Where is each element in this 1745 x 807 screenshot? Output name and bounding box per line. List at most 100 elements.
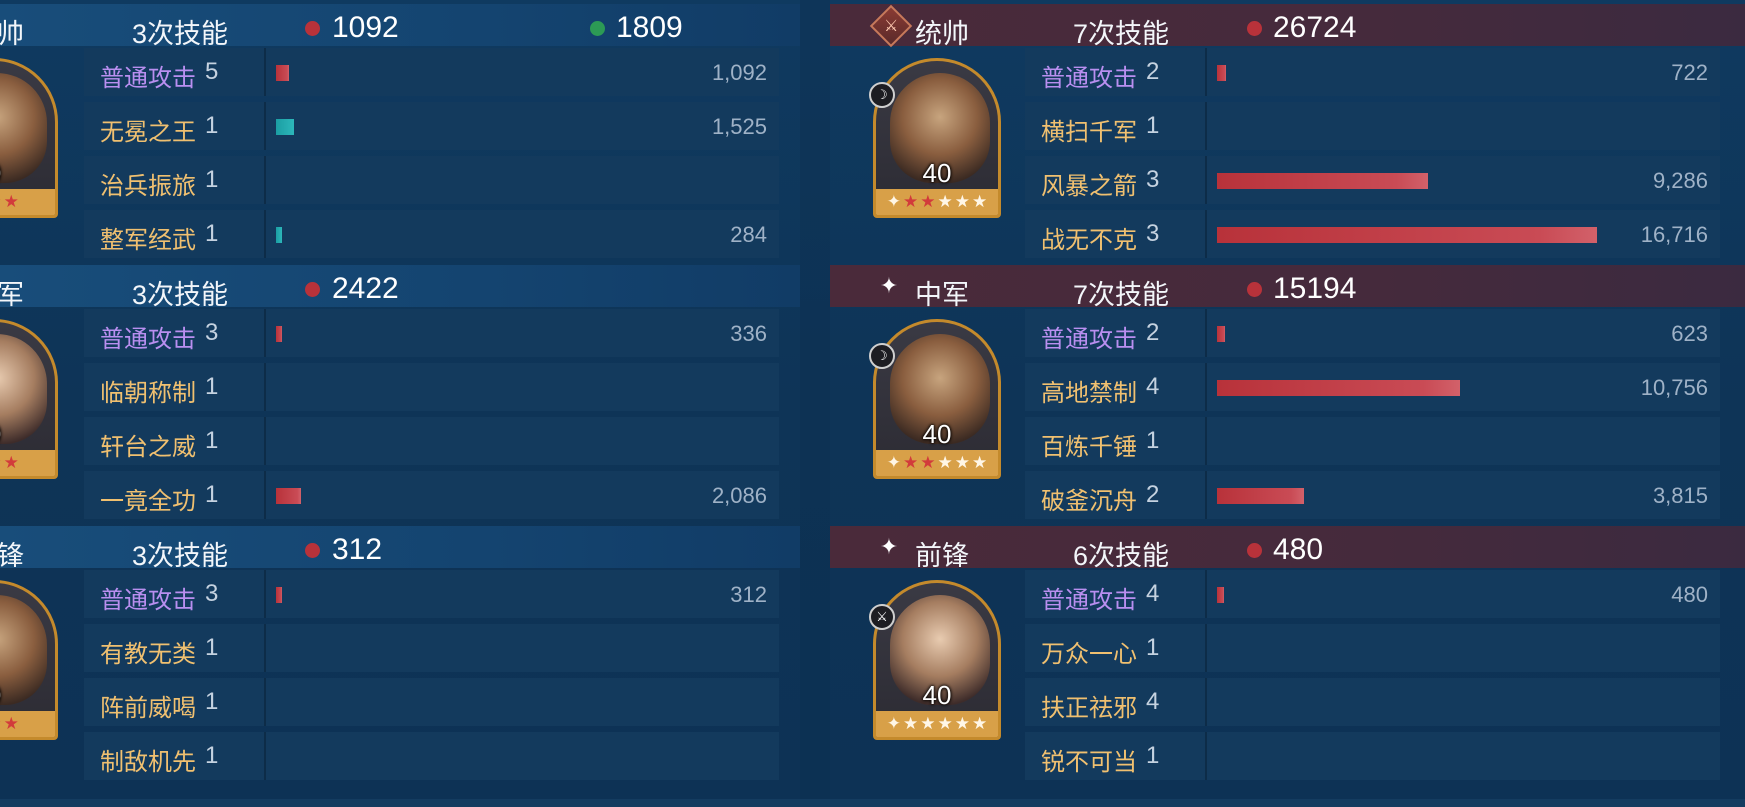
heal-total: 1809 (616, 11, 683, 44)
section-header: ✦ 中军 7次技能 15194 (830, 265, 1745, 310)
left-section-center: 军 3次技能 2422 0 ★★★ 普通攻击 3 336 临朝称制 1 (0, 261, 800, 523)
star-icon: ★ (0, 453, 2, 473)
skill-name: 战无不克 (1041, 227, 1137, 254)
skill-count-value: 3 (205, 319, 219, 346)
star-icon: ★ (937, 192, 953, 211)
hero-portrait[interactable]: 0 ★★★ (0, 58, 58, 218)
damage-value: 9,286 (1652, 168, 1708, 193)
skill-row[interactable]: 普通攻击 5 1,092 (84, 48, 779, 96)
star-icon: ★ (920, 453, 936, 472)
right-section-vanguard: ✦ 前锋 6次技能 480 40 ✦ ★ ★ ★ ★ ★ ⚔ 普通攻击 4 480 万众 (830, 522, 1745, 784)
skill-row[interactable]: 普通攻击 2 623 (1025, 309, 1720, 357)
skill-row[interactable]: 普通攻击 3 312 (84, 570, 779, 618)
skill-name: 破釜沉舟 (1041, 488, 1137, 515)
skill-name: 万众一心 (1041, 641, 1137, 668)
skill-count-value: 4 (1146, 373, 1160, 400)
row-separator (1205, 471, 1207, 519)
skill-count-value: 3 (1146, 220, 1160, 247)
skill-row[interactable]: 整军经武 1 284 (84, 210, 779, 258)
skill-count: 7次技能 (1073, 280, 1170, 310)
skill-name: 轩台之威 (100, 434, 196, 461)
skill-name: 无冕之王 (100, 119, 196, 146)
skill-count-value: 1 (205, 112, 219, 139)
skill-name: 普通攻击 (1041, 326, 1137, 353)
heal-value: 1,525 (711, 114, 767, 139)
row-separator (264, 363, 266, 411)
row-separator (1205, 732, 1207, 780)
star-icon: ★ (972, 453, 988, 472)
skill-count-value: 1 (1146, 742, 1160, 769)
skill-row[interactable]: 高地禁制 4 10,756 (1025, 363, 1720, 411)
damage-bar (276, 326, 282, 342)
swords-badge-icon: ⚔ (869, 604, 895, 630)
skill-row[interactable]: 普通攻击 4 480 (1025, 570, 1720, 618)
skill-count-value: 1 (205, 373, 219, 400)
hero-portrait[interactable]: 40 ✦ ★ ★ ★ ★ ★ ⚔ (869, 580, 1001, 740)
hero-stars: ✦ ★ ★ ★ ★ ★ (876, 450, 998, 476)
section-header: 军 3次技能 2422 (0, 265, 800, 310)
damage-total: 1092 (332, 11, 399, 44)
portrait-frame: 40 ✦ ★ ★ ★ ★ ★ (873, 58, 1001, 218)
skill-row[interactable]: 百炼千锤 1 (1025, 417, 1720, 465)
portrait-frame: 40 ✦ ★ ★ ★ ★ ★ (873, 319, 1001, 479)
skill-row[interactable]: 治兵振旅 1 (84, 156, 779, 204)
row-separator (264, 417, 266, 465)
skill-name: 制敌机先 (100, 749, 196, 776)
skill-row[interactable]: 阵前威喝 1 (84, 678, 779, 726)
skill-row[interactable]: 扶正祛邪 4 (1025, 678, 1720, 726)
hero-level: 40 (922, 158, 952, 188)
skill-row[interactable]: 制敌机先 1 (84, 732, 779, 780)
skill-name: 整军经武 (100, 227, 196, 254)
hero-portrait[interactable]: 40 ✦ ★ ★ ★ ★ ★ ☽ (869, 319, 1001, 479)
hero-stars: ★★★ (0, 711, 55, 737)
skill-row[interactable]: 横扫千军 1 (1025, 102, 1720, 150)
star-icon: ★ (903, 192, 919, 211)
row-separator (264, 309, 266, 357)
row-separator (1205, 102, 1207, 150)
skill-row[interactable]: 临朝称制 1 (84, 363, 779, 411)
skill-count-value: 1 (1146, 634, 1160, 661)
skill-name: 高地禁制 (1041, 380, 1137, 407)
skill-count-value: 2 (1146, 481, 1160, 508)
row-separator (264, 624, 266, 672)
row-separator (264, 48, 266, 96)
skill-row[interactable]: 无冕之王 1 1,525 (84, 102, 779, 150)
skill-row[interactable]: 普通攻击 2 722 (1025, 48, 1720, 96)
skill-row[interactable]: 普通攻击 3 336 (84, 309, 779, 357)
star-icon: ★ (972, 714, 988, 733)
skill-row[interactable]: 锐不可当 1 (1025, 732, 1720, 780)
hero-level: 0 (0, 158, 55, 189)
skill-count: 6次技能 (1073, 541, 1170, 571)
skill-row[interactable]: 战无不克 3 16,716 (1025, 210, 1720, 258)
damage-value: 312 (730, 582, 767, 607)
skill-row[interactable]: 风暴之箭 3 9,286 (1025, 156, 1720, 204)
skill-row[interactable]: 轩台之威 1 (84, 417, 779, 465)
skill-name: 治兵振旅 (100, 173, 196, 200)
skill-row[interactable]: 有教无类 1 (84, 624, 779, 672)
damage-value: 3,815 (1652, 483, 1708, 508)
skill-count-value: 1 (205, 634, 219, 661)
star-icon: ★ (903, 453, 919, 472)
role-name: 统帅 (915, 19, 969, 49)
section-header: 锋 3次技能 312 (0, 526, 800, 571)
skill-row[interactable]: 万众一心 1 (1025, 624, 1720, 672)
row-separator (264, 210, 266, 258)
row-separator (264, 678, 266, 726)
skill-row[interactable]: 破釜沉舟 2 3,815 (1025, 471, 1720, 519)
damage-dot-icon (305, 21, 320, 36)
star-icon: ✦ (879, 273, 899, 298)
skill-row[interactable]: 一竟全功 1 2,086 (84, 471, 779, 519)
star-icon: ✦ (879, 534, 899, 559)
role-name: 前锋 (915, 541, 969, 571)
damage-bar (1217, 65, 1226, 81)
portrait-frame: 0 ★★★ (0, 319, 58, 479)
damage-total: 312 (332, 533, 383, 566)
section-header: ✦ 前锋 6次技能 480 (830, 526, 1745, 571)
hero-stars: ★★★ (0, 450, 55, 476)
damage-total: 15194 (1273, 272, 1357, 305)
damage-dot-icon (1247, 543, 1262, 558)
hero-portrait[interactable]: 0 ★★★ (0, 319, 58, 479)
hero-portrait[interactable]: 40 ✦ ★ ★ ★ ★ ★ ☽ (869, 58, 1001, 218)
row-separator (1205, 309, 1207, 357)
hero-portrait[interactable]: 0 ★★★ (0, 580, 58, 740)
